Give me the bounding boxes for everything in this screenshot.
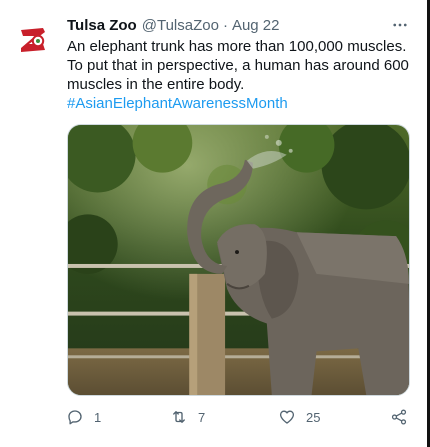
avatar[interactable] — [17, 24, 49, 56]
hashtag-link[interactable]: #AsianElephantAwarenessMonth — [67, 94, 288, 113]
tweet-card[interactable]: Tulsa Zoo @TulsaZoo · Aug 22 An elephant… — [0, 0, 426, 447]
like-button[interactable]: 25 — [278, 404, 320, 430]
tulsa-zoo-logo-icon — [17, 24, 49, 56]
tweet-media[interactable] — [67, 124, 410, 396]
header-separator: · — [222, 17, 228, 34]
author-handle[interactable]: @TulsaZoo — [142, 16, 219, 36]
tweet-header: Tulsa Zoo @TulsaZoo · Aug 22 — [67, 15, 412, 37]
reply-count: 1 — [94, 409, 102, 425]
more-dots-icon — [393, 23, 407, 27]
elephant-photo — [68, 125, 409, 395]
author-name[interactable]: Tulsa Zoo — [67, 16, 137, 36]
retweet-icon — [173, 411, 185, 423]
retweet-count: 7 — [198, 409, 206, 425]
reply-icon — [68, 410, 82, 425]
share-button[interactable] — [390, 404, 408, 430]
reply-button[interactable]: 1 — [66, 404, 101, 430]
tweet-timestamp[interactable]: Aug 22 — [232, 16, 280, 36]
tweet-text: An elephant trunk has more than 100,000 … — [67, 38, 409, 93]
action-bar: 1 7 25 — [60, 404, 420, 430]
heart-icon — [279, 410, 295, 424]
more-options-button[interactable] — [388, 16, 412, 34]
retweet-button[interactable]: 7 — [170, 404, 205, 430]
share-icon — [391, 409, 407, 425]
like-count: 25 — [306, 409, 321, 425]
